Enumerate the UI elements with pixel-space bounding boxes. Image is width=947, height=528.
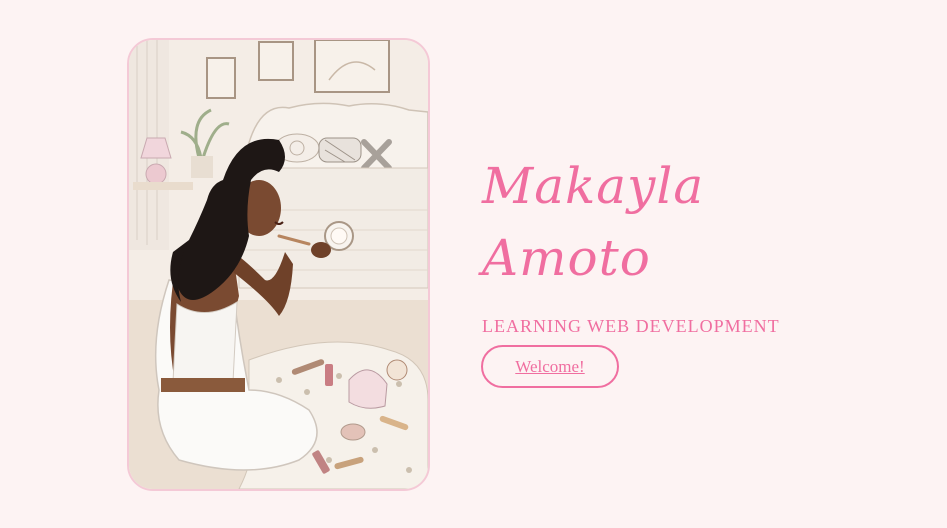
woman-applying-makeup-illustration [129, 40, 428, 489]
welcome-button[interactable]: Welcome! [481, 345, 619, 388]
hero-illustration [127, 38, 430, 491]
first-name: Makayla [482, 157, 705, 215]
hero-name: Makayla Amoto [482, 150, 704, 294]
hero-subtitle: LEARNING WEB DEVELOPMENT [482, 316, 780, 336]
last-name: Amoto [482, 229, 651, 287]
landing-page: Makayla Amoto LEARNING WEB DEVELOPMENT W… [0, 0, 947, 528]
